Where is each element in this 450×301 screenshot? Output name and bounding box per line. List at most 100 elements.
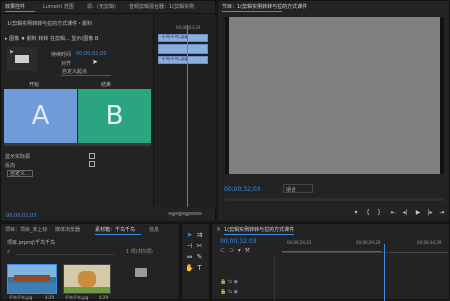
hand-tool-icon[interactable]: ✋ bbox=[185, 264, 194, 273]
out-icon[interactable]: } bbox=[375, 209, 383, 217]
custom-button[interactable]: 自定义… bbox=[7, 170, 33, 177]
preview-box bbox=[15, 55, 29, 63]
step-forward-frame-icon[interactable]: |▸ bbox=[426, 209, 434, 217]
step-forward-icon[interactable]: ⇥ bbox=[438, 209, 446, 217]
mini-scrollbar[interactable] bbox=[168, 212, 202, 215]
play-icon[interactable]: ▶ bbox=[414, 209, 422, 217]
bin-tab-underline bbox=[95, 234, 141, 235]
bin-path: 项目.prproj\千鸟千鸟 bbox=[7, 240, 56, 246]
bin-item-2-duration: 4;29 bbox=[99, 295, 108, 300]
track-select-tool-icon[interactable]: ⇉ bbox=[195, 231, 204, 240]
bin-thumbnail-2[interactable] bbox=[63, 264, 111, 294]
alignment-dropdown[interactable]: 自定义起点 bbox=[62, 68, 87, 75]
slider-start[interactable] bbox=[4, 143, 77, 146]
snap-icon[interactable]: ⊂ bbox=[220, 247, 225, 254]
track-lock-icon[interactable]: 🔒 bbox=[220, 279, 226, 285]
slip-tool-icon[interactable]: ⇔ bbox=[185, 253, 194, 262]
bin-item-1-label: 千鸟千鸟.jpg bbox=[9, 295, 33, 300]
track2-eye-icon[interactable]: ◉ bbox=[234, 289, 238, 295]
track2-lock-icon[interactable]: 🔒 bbox=[220, 289, 226, 295]
tab-media-browser[interactable]: 媒体浏览器 bbox=[55, 226, 80, 235]
timeline-tab-underline bbox=[224, 234, 294, 235]
reverse-label: 反向 bbox=[5, 163, 16, 169]
program-monitor-panel: 节目：1(剪辑实例转转与拉的方式课件 00;00;32;03 适合 ▾ { } … bbox=[217, 0, 450, 222]
slider-end[interactable] bbox=[78, 143, 151, 146]
project-panel: 项目：项目_未上标 媒体浏览器 素材箱：千鸟千鸟 信息 项目.prproj\千鸟… bbox=[0, 223, 180, 300]
footer-timecode[interactable]: 00;00;02;03 bbox=[6, 213, 37, 219]
tab-source[interactable]: 源：(无剪辑) bbox=[87, 3, 116, 12]
preview-play-icon[interactable]: ▶ bbox=[10, 49, 14, 55]
bin-thumbnail-1[interactable] bbox=[7, 264, 57, 294]
tab-info[interactable]: 信息 bbox=[149, 226, 159, 235]
reverse-checkbox[interactable] bbox=[89, 161, 95, 167]
timeline-playhead[interactable] bbox=[384, 244, 385, 301]
linked-icon[interactable]: ⊃ bbox=[229, 247, 234, 254]
ruler-time-2: 00;00;29;29 bbox=[356, 240, 381, 245]
bin-item-count: 1 项(共5项) bbox=[126, 249, 153, 255]
step-back-icon[interactable]: ⇤ bbox=[389, 209, 397, 217]
marker-icon[interactable]: ▾ bbox=[352, 209, 360, 217]
in-icon[interactable]: { bbox=[364, 209, 372, 217]
show-actual-source-label: 显示实际源 bbox=[5, 154, 31, 160]
timeline-work-area bbox=[282, 251, 382, 252]
selection-tool-icon[interactable]: ➤ bbox=[185, 231, 194, 240]
pen-tool-icon[interactable]: ✎ bbox=[195, 253, 204, 262]
show-actual-source-checkbox[interactable] bbox=[89, 153, 95, 159]
pane-a-letter: A bbox=[31, 101, 50, 131]
bin-item-2-label: 千鸟千鸟.jpg bbox=[65, 295, 89, 300]
tab-project[interactable]: 项目：项目_未上标 bbox=[5, 226, 48, 235]
alignment-label: 对齐 bbox=[61, 61, 72, 67]
timeline-tool-icons: ⊂ ⊃ ▾ ⚒ bbox=[220, 247, 250, 254]
program-tab-underline bbox=[222, 11, 282, 12]
header-divider bbox=[1, 13, 215, 14]
ruler-time-1: 00;00;24;23 bbox=[287, 240, 312, 245]
tools-panel: ➤ ⇉ ⊣ ✂ ⇔ ✎ ✋ T bbox=[181, 223, 210, 300]
razor-tool-icon[interactable]: ✂ bbox=[195, 242, 204, 251]
duration-label: 持续时间 bbox=[51, 52, 72, 58]
ruler-time-3: 00;00;34;29 bbox=[417, 240, 442, 245]
clip-line: ▸ 图像 ♦ 颜料 转转 在剪辑... 显示(图像 B· bbox=[5, 35, 100, 42]
pane-b[interactable]: B bbox=[78, 89, 151, 143]
mini-transition-block[interactable] bbox=[158, 44, 208, 54]
duration-value[interactable]: 00;00;02;00 bbox=[76, 51, 107, 57]
clip-line-text: 图像 ♦ 颜料 转转 在剪辑... 显示(图像 B· bbox=[9, 36, 100, 42]
ripple-edit-tool-icon[interactable]: ⊣ bbox=[185, 242, 194, 251]
program-timecode[interactable]: 00;00;32;03 bbox=[224, 186, 261, 193]
cursor-icon: ➤ bbox=[92, 58, 98, 66]
pane-b-letter: B bbox=[105, 101, 124, 131]
add-marker-icon[interactable]: ▾ bbox=[238, 247, 241, 254]
track2-sync-icon[interactable]: ⇆ bbox=[228, 289, 232, 295]
tab-lumetri-scopes[interactable]: Lumetri 范围 bbox=[43, 3, 74, 12]
bin-item-1-duration: 4;29 bbox=[45, 295, 54, 300]
track-v3-header: 🔒 ⇆ ◉ bbox=[220, 279, 238, 285]
timeline-timecode[interactable]: 00;00;32;03 bbox=[220, 238, 257, 245]
tab-underline bbox=[5, 11, 35, 12]
ec-mini-timeline: 00;00;03;29 千鸟千鸟.jpg 千鸟千鸟.jpg bbox=[153, 15, 216, 215]
step-back-frame-icon[interactable]: ◂| bbox=[401, 209, 409, 217]
timeline-close-icon[interactable]: × bbox=[216, 226, 221, 233]
end-label: 结束 bbox=[101, 82, 112, 88]
custom-button-label: 自定义… bbox=[10, 171, 31, 177]
mini-clip-1[interactable]: 千鸟千鸟.jpg bbox=[158, 34, 208, 42]
fit-dropdown-box bbox=[283, 184, 313, 193]
timeline-track-divider bbox=[274, 254, 275, 301]
bin-search-icon[interactable]: ⌕ bbox=[7, 248, 10, 256]
start-label: 开始 bbox=[29, 82, 40, 88]
program-viewer[interactable] bbox=[225, 17, 444, 174]
mini-ruler-time: 00;00;03;29 bbox=[176, 25, 201, 30]
mini-playhead[interactable] bbox=[187, 25, 188, 207]
tab-audio-mixer[interactable]: 音频剪辑混合器：1(剪辑实例 bbox=[129, 3, 215, 12]
track-eye-icon[interactable]: ◉ bbox=[234, 279, 238, 285]
alignment-dropdown-underline bbox=[61, 75, 111, 76]
bin-search-field[interactable] bbox=[15, 249, 115, 255]
settings-wrench-icon[interactable]: ⚒ bbox=[245, 247, 250, 254]
type-tool-icon[interactable]: T bbox=[195, 264, 204, 273]
mini-clip-1-label: 千鸟千鸟.jpg bbox=[161, 35, 188, 40]
program-zoom-bar[interactable] bbox=[225, 198, 444, 201]
thumb1-water bbox=[8, 283, 56, 293]
bin-folder-icon[interactable] bbox=[135, 268, 147, 277]
pane-a[interactable]: A bbox=[4, 89, 77, 143]
sequence-line: 1(剪辑实例转转与拉的方式课件・颜料 bbox=[7, 21, 93, 27]
track-sync-icon[interactable]: ⇆ bbox=[228, 279, 232, 285]
mini-clip-2[interactable]: 千鸟千鸟.jpg bbox=[158, 56, 208, 64]
